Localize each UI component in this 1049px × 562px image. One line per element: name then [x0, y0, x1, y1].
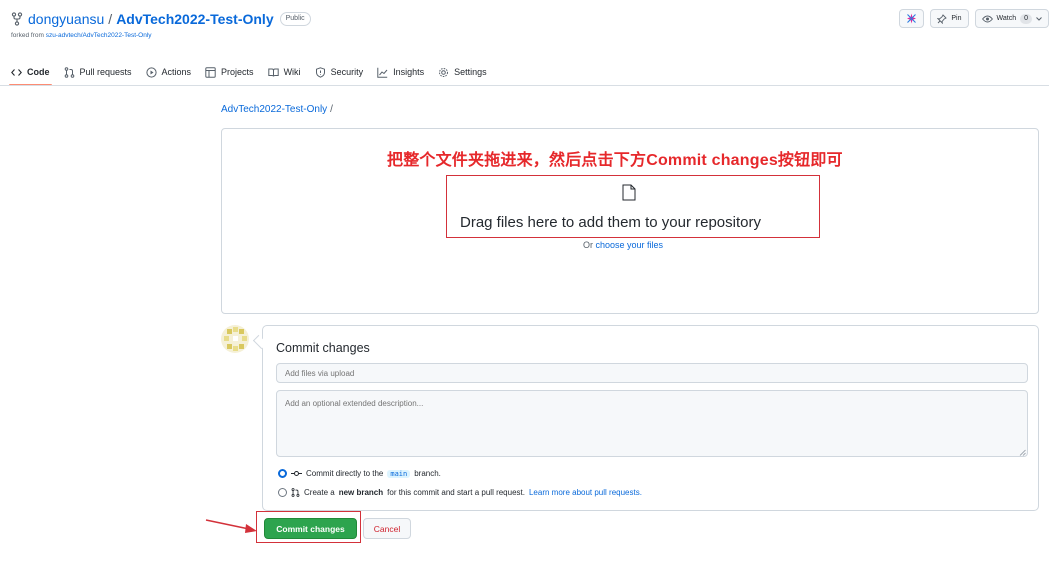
graph-icon	[377, 67, 388, 78]
pin-label: Pin	[951, 15, 962, 22]
repo-name-link[interactable]: AdvTech2022-Test-Only	[116, 11, 273, 27]
file-icon	[622, 184, 636, 201]
tab-insights[interactable]: Insights	[377, 60, 424, 84]
tab-code-label: Code	[27, 67, 50, 77]
header-actions: Pin Watch 0	[899, 9, 1049, 28]
tab-wiki[interactable]: Wiki	[267, 60, 301, 84]
play-icon	[145, 66, 157, 78]
breadcrumb-repo-link[interactable]: AdvTech2022-Test-Only	[221, 104, 327, 115]
branch-name-tag: main	[387, 469, 411, 478]
sparkle-icon	[907, 13, 917, 24]
pin-icon	[937, 13, 948, 24]
repo-separator: /	[108, 11, 113, 27]
annotation-arrow-icon	[205, 519, 257, 533]
repo-owner-link[interactable]: dongyuansu	[28, 11, 104, 27]
code-icon	[11, 68, 22, 76]
sponsor-button[interactable]	[899, 9, 925, 28]
breadcrumb-separator: /	[330, 104, 333, 115]
tab-pull-requests-label: Pull requests	[79, 67, 132, 77]
gear-icon	[439, 67, 449, 77]
tab-actions[interactable]: Actions	[145, 60, 192, 84]
pin-button[interactable]: Pin	[930, 9, 969, 28]
visibility-badge: Public	[279, 12, 311, 26]
tab-security-label: Security	[330, 67, 364, 77]
forked-from: forked from szu-advtech/AdvTech2022-Test…	[11, 32, 152, 39]
commit-direct-option[interactable]: Commit directly to the main branch.	[278, 469, 441, 478]
commit-new-bold: new branch	[338, 488, 384, 497]
cancel-button[interactable]: Cancel	[363, 518, 411, 539]
commit-new-suffix: for this commit and start a pull request…	[387, 488, 525, 497]
shield-icon	[315, 66, 325, 78]
choose-files-link[interactable]: choose your files	[596, 240, 664, 250]
tab-settings[interactable]: Settings	[438, 60, 487, 84]
commit-form-title: Commit changes	[276, 341, 370, 355]
tab-actions-label: Actions	[161, 67, 192, 77]
commit-new-branch-option[interactable]: Create a new branch for this commit and …	[278, 488, 642, 497]
tab-wiki-label: Wiki	[283, 67, 301, 77]
eye-icon	[981, 15, 993, 22]
tab-code[interactable]: Code	[9, 60, 51, 86]
annotation-highlight-commit	[256, 511, 361, 543]
commit-summary-input[interactable]	[276, 363, 1028, 383]
commit-direct-suffix: branch.	[414, 469, 441, 478]
table-icon	[205, 66, 216, 78]
repo-header: dongyuansu / AdvTech2022-Test-Only Publi…	[11, 9, 311, 29]
forked-source-link[interactable]: szu-advtech/AdvTech2022-Test-Only	[46, 32, 152, 39]
commit-direct-prefix: Commit directly to the	[306, 469, 384, 478]
watch-button[interactable]: Watch 0	[974, 9, 1049, 28]
drag-files-text: Drag files here to add them to your repo…	[460, 214, 761, 231]
git-commit-icon	[291, 471, 302, 476]
breadcrumb: AdvTech2022-Test-Only /	[221, 104, 333, 115]
tab-insights-label: Insights	[393, 67, 425, 77]
tab-projects-label: Projects	[221, 67, 254, 77]
commit-new-prefix: Create a	[304, 488, 335, 497]
forked-from-prefix: forked from	[11, 32, 46, 39]
watch-count: 0	[1020, 13, 1032, 24]
repo-nav: Code Pull requests Actions Projects Wiki…	[9, 60, 501, 86]
pull-request-icon	[291, 488, 300, 497]
learn-more-pull-requests-link[interactable]: Learn more about pull requests.	[529, 488, 642, 497]
commit-new-branch-radio[interactable]	[278, 488, 287, 497]
tab-pull-requests[interactable]: Pull requests	[64, 60, 132, 84]
watch-label: Watch	[996, 15, 1017, 22]
tab-security[interactable]: Security	[315, 60, 364, 84]
tab-settings-label: Settings	[454, 67, 487, 77]
fork-icon	[11, 12, 23, 26]
commit-direct-radio[interactable]	[278, 469, 287, 478]
commit-description-input[interactable]	[276, 390, 1028, 457]
pull-request-icon	[64, 66, 74, 78]
choose-files-line: Or choose your files	[583, 240, 663, 250]
resize-grip-icon[interactable]	[1019, 449, 1026, 456]
or-text: Or	[583, 240, 596, 250]
nav-divider	[0, 85, 1049, 86]
book-icon	[267, 68, 279, 77]
chevron-down-icon	[1036, 16, 1042, 21]
tab-projects[interactable]: Projects	[205, 60, 254, 84]
avatar	[221, 325, 249, 353]
annotation-instruction: 把整个文件夹拖进来，然后点击下方Commit changes按钮即可	[387, 152, 843, 169]
